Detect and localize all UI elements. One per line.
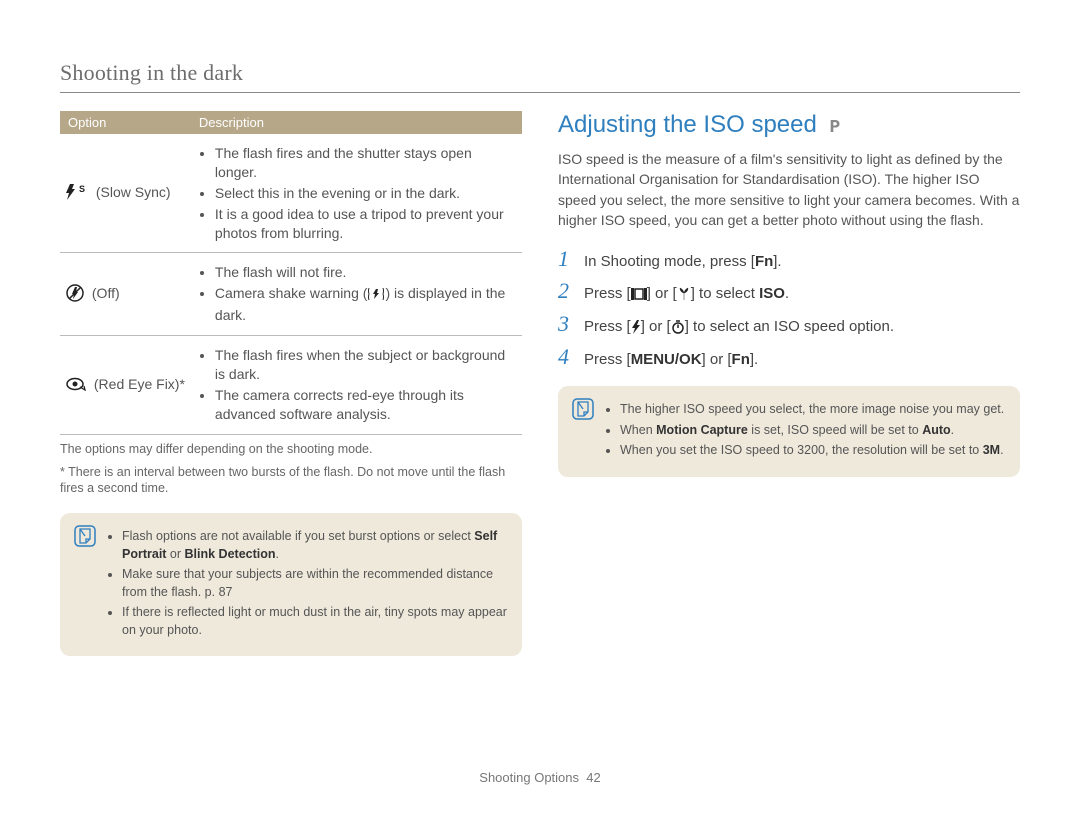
header-description: Description	[191, 111, 522, 134]
note-icon	[74, 525, 96, 547]
list-item: The flash fires and the shutter stays op…	[215, 144, 516, 182]
list-item: The higher ISO speed you select, the mor…	[620, 401, 1004, 419]
step-item: Press [] or [] to select an ISO speed op…	[558, 311, 1020, 338]
list-item: Select this in the evening or in the dar…	[215, 184, 516, 203]
page-number: 42	[586, 770, 600, 785]
description-list: The flash fires and the shutter stays op…	[197, 144, 516, 242]
list-item: If there is reflected light or much dust…	[122, 604, 508, 639]
mode-badge: P	[830, 118, 841, 138]
paragraph: ISO speed is the measure of a film's sen…	[558, 149, 1020, 230]
step-item: Press [MENU/OK] or [Fn].	[558, 344, 1020, 370]
timer-icon	[671, 320, 685, 338]
footer-label: Shooting Options	[479, 770, 579, 785]
subsection-heading: Adjusting the ISO speed P	[558, 111, 1020, 139]
header-option: Option	[60, 111, 191, 134]
description-list: The flash fires when the subject or back…	[197, 346, 516, 424]
list-item: When Motion Capture is set, ISO speed wi…	[620, 422, 1004, 440]
list-item: The flash will not fire.	[215, 263, 516, 282]
table-row: (Off) The flash will not fire. Camera sh…	[60, 253, 522, 336]
list-item: Camera shake warning () is displayed in …	[215, 284, 516, 325]
flash-options-table: Option Description S (Slow Sync)	[60, 111, 522, 435]
table-row: S (Slow Sync) The flash fires and the sh…	[60, 134, 522, 253]
footnote: The options may differ depending on the …	[60, 441, 522, 458]
option-label: (Slow Sync)	[96, 184, 171, 200]
note-icon	[572, 398, 594, 420]
page-footer: Shooting Options 42	[0, 770, 1080, 785]
step-item: In Shooting mode, press [Fn].	[558, 246, 1020, 272]
steps-list: In Shooting mode, press [Fn]. Press [] o…	[558, 246, 1020, 370]
section-title: Shooting in the dark	[60, 60, 1020, 93]
step-item: Press [] or [] to select ISO.	[558, 278, 1020, 305]
slow-sync-icon: S	[66, 184, 88, 203]
list-item: It is a good idea to use a tripod to pre…	[215, 205, 516, 243]
option-label: (Off)	[92, 285, 120, 301]
table-row: (Red Eye Fix)* The flash fires when the …	[60, 336, 522, 435]
flash-off-icon	[66, 284, 84, 305]
list-item: When you set the ISO speed to 3200, the …	[620, 442, 1004, 460]
note-list: Flash options are not available if you s…	[106, 525, 508, 642]
footnote: * There is an interval between two burst…	[60, 464, 522, 498]
left-column: Option Description S (Slow Sync)	[60, 111, 522, 656]
svg-text:S: S	[79, 184, 85, 194]
red-eye-fix-icon	[66, 377, 86, 394]
disp-icon	[631, 287, 647, 305]
list-item: The flash fires when the subject or back…	[215, 346, 516, 384]
list-item: Make sure that your subjects are within …	[122, 566, 508, 601]
two-column-layout: Option Description S (Slow Sync)	[60, 111, 1020, 656]
note-box: Flash options are not available if you s…	[60, 513, 522, 656]
right-column: Adjusting the ISO speed P ISO speed is t…	[558, 111, 1020, 656]
list-item: The camera corrects red-eye through its …	[215, 386, 516, 424]
note-box: The higher ISO speed you select, the mor…	[558, 386, 1020, 477]
page: Shooting in the dark Option Description	[0, 0, 1080, 686]
camera-shake-icon	[367, 287, 385, 306]
flash-icon	[631, 320, 641, 338]
macro-icon	[677, 287, 691, 305]
list-item: Flash options are not available if you s…	[122, 528, 508, 563]
description-list: The flash will not fire. Camera shake wa…	[197, 263, 516, 325]
option-label: (Red Eye Fix)*	[94, 376, 185, 392]
note-list: The higher ISO speed you select, the mor…	[604, 398, 1004, 463]
